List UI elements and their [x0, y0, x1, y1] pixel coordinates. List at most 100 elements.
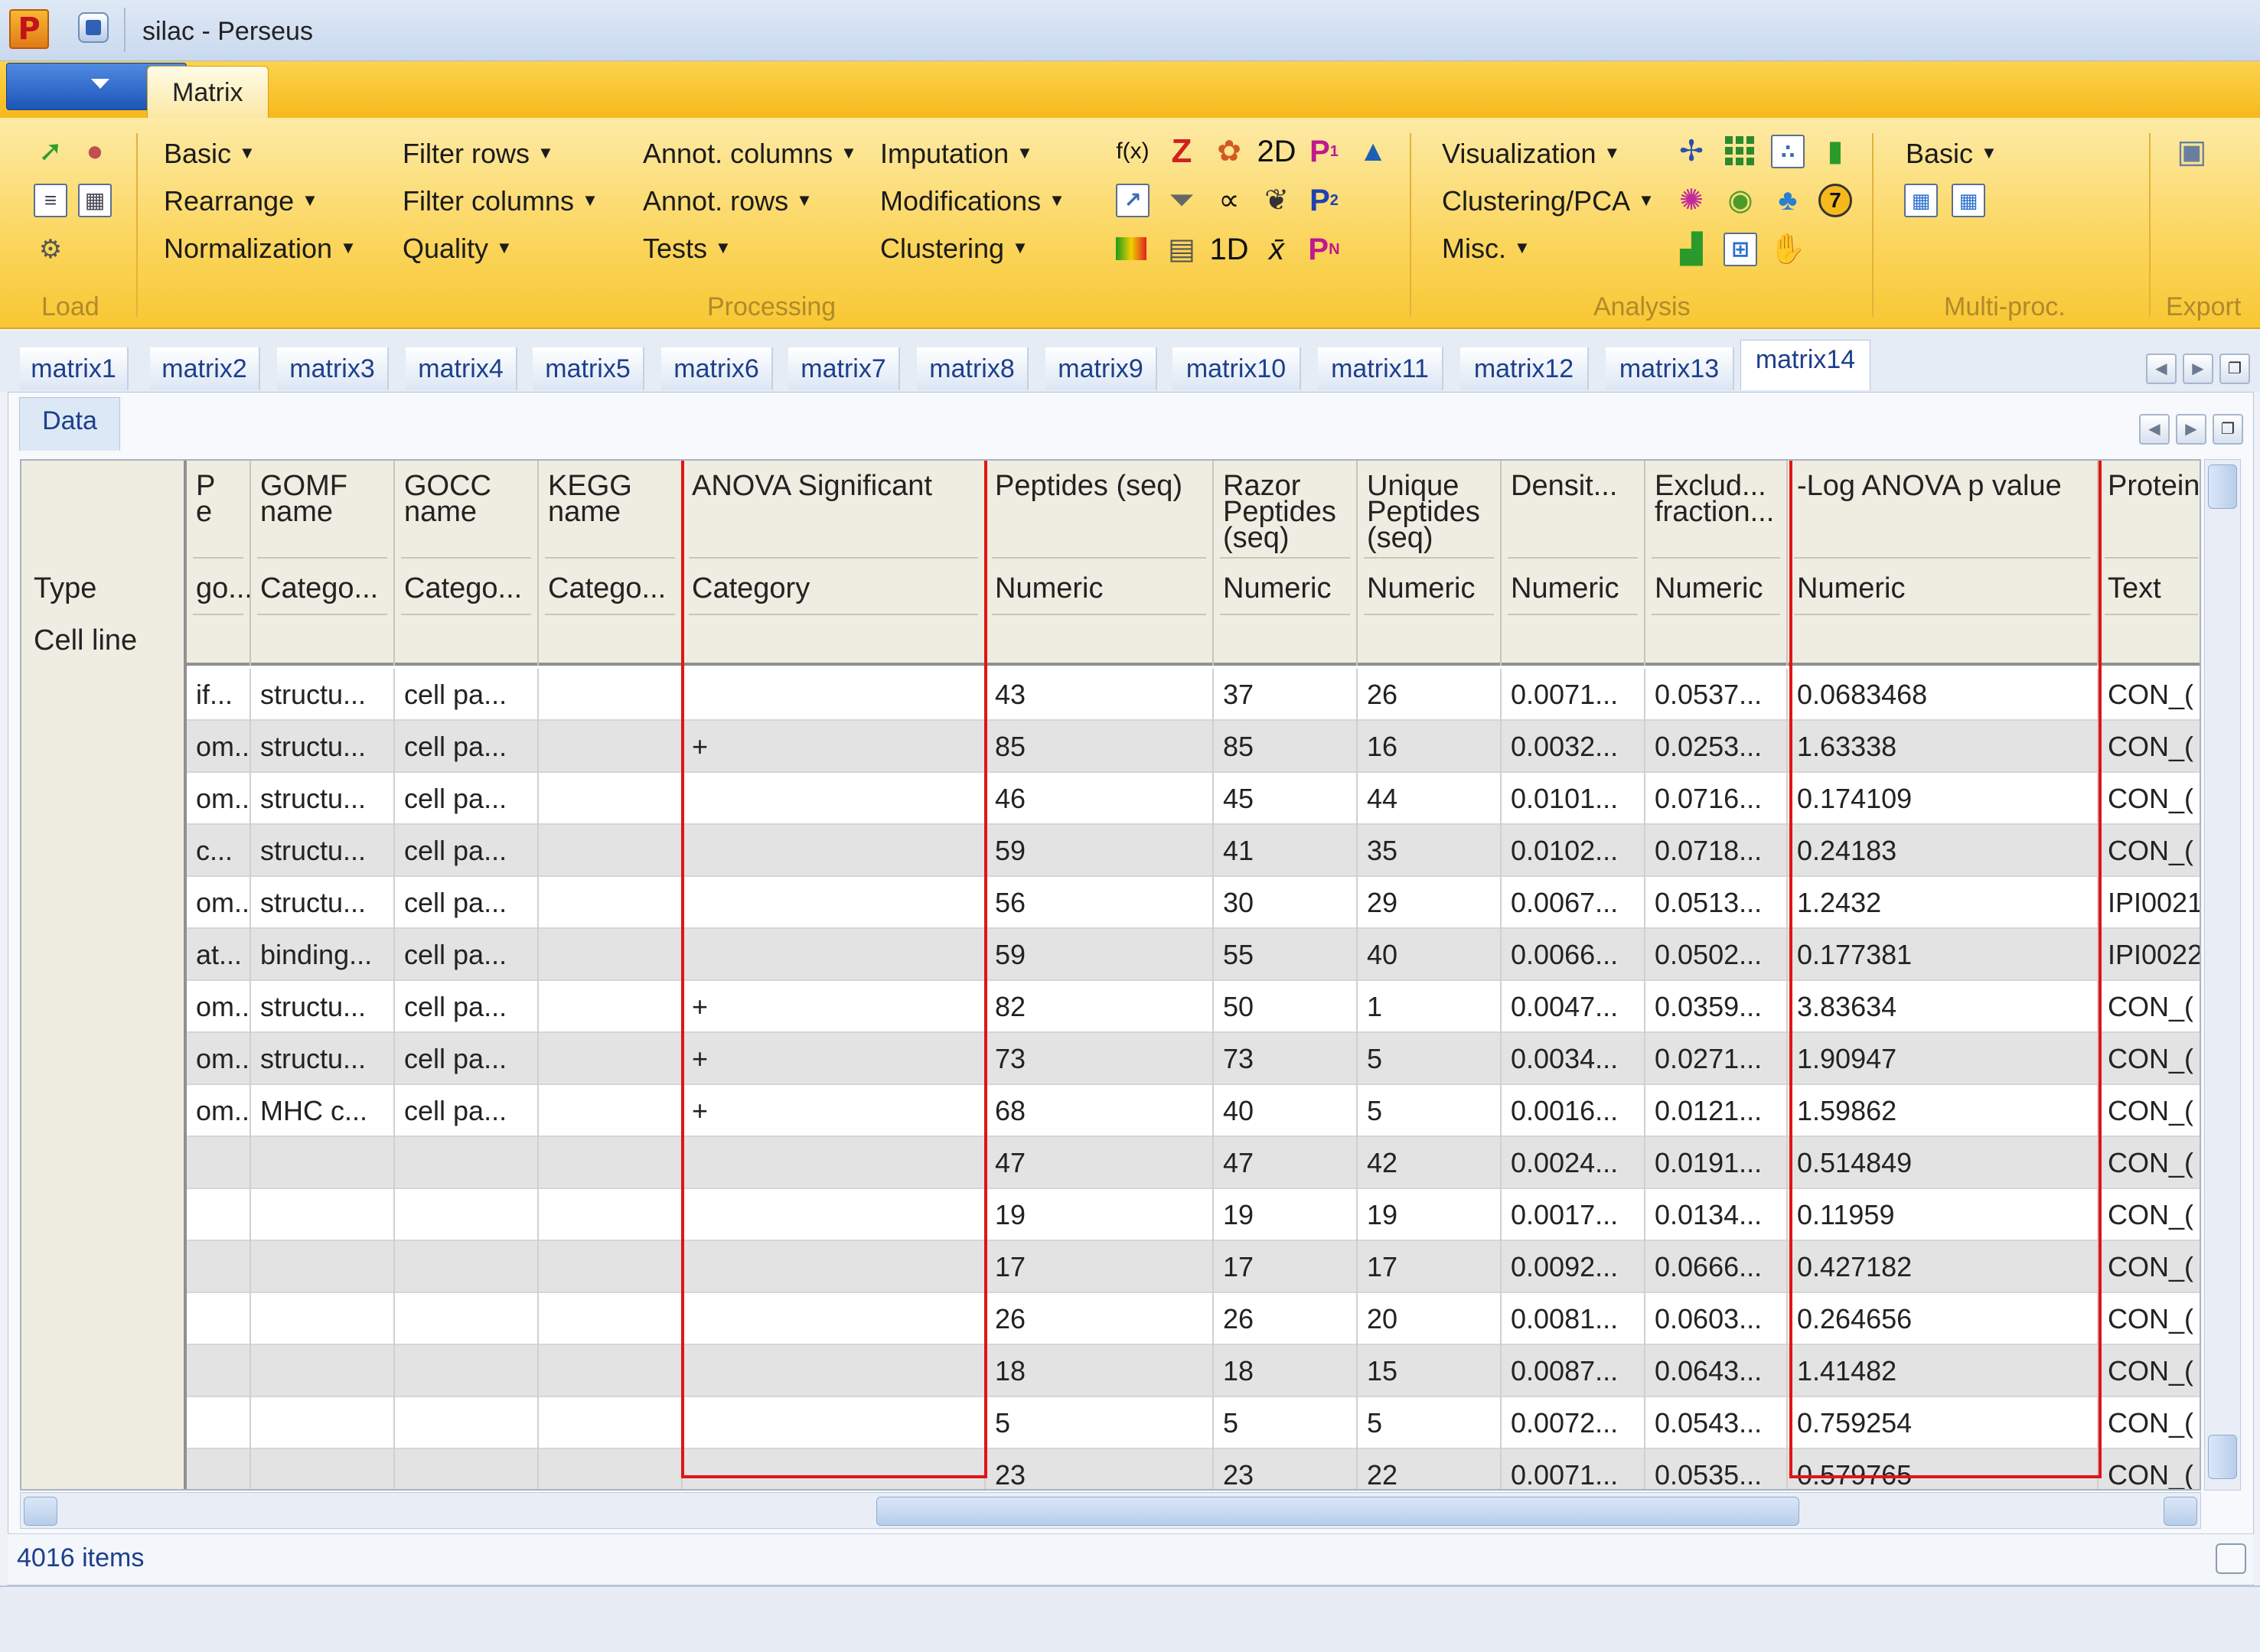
horizontal-scrollbar[interactable]: [20, 1492, 2201, 1529]
col-gomf-name-cell[interactable]: [251, 1137, 395, 1189]
col-p-cell[interactable]: om...: [187, 877, 251, 929]
col-anova-significant-cell[interactable]: [683, 1397, 986, 1449]
col-density-cell[interactable]: 0.0034...: [1502, 1033, 1645, 1085]
menu-quality[interactable]: Quality ▼: [403, 233, 513, 265]
data-scroll-left-icon[interactable]: ◀: [2139, 414, 2170, 445]
hierarchy-icon[interactable]: ⊞: [1724, 233, 1757, 266]
histogram-icon[interactable]: ▮: [1818, 135, 1852, 168]
col-protein-cell[interactable]: CON_(: [2099, 1293, 2200, 1345]
table-row[interactable]: 8om...structu...cell pa...+737350.0034..…: [21, 1033, 2200, 1085]
load-generic-icon[interactable]: ⚙: [34, 233, 67, 266]
bar-chart-icon[interactable]: ▟: [1675, 233, 1708, 266]
col-p-cell[interactable]: [187, 1397, 251, 1449]
col-peptides-seq-cell[interactable]: 19: [986, 1189, 1214, 1241]
col-excluded-fraction-cell[interactable]: 0.0535...: [1645, 1449, 1788, 1489]
fox-icon[interactable]: ✿: [1212, 135, 1246, 168]
col-anova-significant-cell[interactable]: [683, 1293, 986, 1345]
col-kegg-name-cell[interactable]: [539, 1241, 683, 1293]
col-anova-significant-cell[interactable]: [683, 669, 986, 721]
table-row[interactable]: 3om...structu...cell pa...4645440.0101..…: [21, 773, 2200, 825]
col-peptides-seq-cell[interactable]: 82: [986, 981, 1214, 1033]
load-matrix-icon[interactable]: ●: [78, 135, 112, 168]
col-log-anova-p-cell[interactable]: 0.759254: [1788, 1397, 2099, 1449]
table-row[interactable]: 111919190.0017...0.0134...0.11959CON_(: [21, 1189, 2200, 1241]
mean-icon[interactable]: x̄: [1260, 233, 1293, 266]
tab-matrix11[interactable]: matrix11: [1318, 347, 1443, 390]
col-razor-peptides-header[interactable]: Razor Peptides (seq) Numeric: [1214, 461, 1358, 666]
col-protein-cell[interactable]: CON_(: [2099, 1085, 2200, 1137]
col-density-cell[interactable]: 0.0067...: [1502, 877, 1645, 929]
col-peptides-seq-cell[interactable]: 26: [986, 1293, 1214, 1345]
col-p-cell[interactable]: [187, 1137, 251, 1189]
hand-icon[interactable]: ✋: [1769, 233, 1805, 266]
matrix-icon[interactable]: ▤: [1165, 233, 1198, 266]
col-gomf-name-cell[interactable]: structu...: [251, 669, 395, 721]
col-excluded-fraction-cell[interactable]: 0.0718...: [1645, 825, 1788, 877]
col-kegg-name-cell[interactable]: [539, 1189, 683, 1241]
multi-scatter-icon[interactable]: ∴: [1771, 135, 1805, 168]
col-peptides-seq-cell[interactable]: 18: [986, 1345, 1214, 1397]
col-peptides-seq-header[interactable]: Peptides (seq) Numeric: [986, 461, 1214, 666]
col-kegg-name-cell[interactable]: [539, 1397, 683, 1449]
col-excluded-fraction-cell[interactable]: 0.0121...: [1645, 1085, 1788, 1137]
col-gomf-name-cell[interactable]: [251, 1345, 395, 1397]
table-row[interactable]: 6at...binding...cell pa...5955400.0066..…: [21, 929, 2200, 981]
col-kegg-name-cell[interactable]: [539, 1293, 683, 1345]
col-log-anova-p-cell[interactable]: 0.427182: [1788, 1241, 2099, 1293]
menu-annot-rows[interactable]: Annot. rows ▼: [643, 185, 813, 217]
col-protein-cell[interactable]: CON_(: [2099, 1345, 2200, 1397]
col-kegg-name-cell[interactable]: [539, 1085, 683, 1137]
col-p-cell[interactable]: [187, 1449, 251, 1489]
col-unique-peptides-cell[interactable]: 20: [1358, 1293, 1502, 1345]
p2-icon[interactable]: P2: [1307, 184, 1341, 217]
col-anova-significant-cell[interactable]: [683, 1137, 986, 1189]
col-anova-significant-cell[interactable]: [683, 1345, 986, 1397]
col-unique-peptides-cell[interactable]: 40: [1358, 929, 1502, 981]
multi-table-icon[interactable]: ▦: [1904, 184, 1938, 217]
col-density-cell[interactable]: 0.0066...: [1502, 929, 1645, 981]
col-razor-peptides-cell[interactable]: 40: [1214, 1085, 1358, 1137]
vertical-scroll-end[interactable]: [2208, 1435, 2237, 1479]
col-p-cell[interactable]: at...: [187, 929, 251, 981]
col-gocc-name-cell[interactable]: [395, 1449, 539, 1489]
network-icon[interactable]: ✺: [1675, 184, 1708, 217]
col-p-header[interactable]: Pe go...: [187, 461, 251, 666]
col-gocc-name-cell[interactable]: cell pa...: [395, 981, 539, 1033]
menu-normalization[interactable]: Normalization ▼: [164, 233, 357, 265]
col-gomf-name-cell[interactable]: binding...: [251, 929, 395, 981]
col-kegg-name-cell[interactable]: [539, 877, 683, 929]
data-scroll-right-icon[interactable]: ▶: [2176, 414, 2206, 445]
col-gocc-name-cell[interactable]: cell pa...: [395, 669, 539, 721]
p1-icon[interactable]: P1: [1307, 135, 1341, 168]
vertical-scroll-thumb[interactable]: [2208, 464, 2237, 509]
col-anova-significant-cell[interactable]: +: [683, 1085, 986, 1137]
col-anova-significant-cell[interactable]: [683, 1189, 986, 1241]
menu-visualization[interactable]: Visualization ▼: [1442, 138, 1620, 170]
col-gocc-name-cell[interactable]: cell pa...: [395, 1033, 539, 1085]
col-p-cell[interactable]: [187, 1293, 251, 1345]
col-gocc-name-cell[interactable]: cell pa...: [395, 877, 539, 929]
col-excluded-fraction-cell[interactable]: 0.0513...: [1645, 877, 1788, 929]
data-grid[interactable]: Pe go... GOMF name Catego... GOCC name Catego..…: [20, 459, 2201, 1491]
horizontal-scroll-right[interactable]: [2164, 1497, 2197, 1526]
col-kegg-name-cell[interactable]: [539, 1345, 683, 1397]
col-density-cell[interactable]: 0.0017...: [1502, 1189, 1645, 1241]
peak-icon[interactable]: ▲: [1356, 135, 1390, 168]
col-gomf-name-cell[interactable]: [251, 1449, 395, 1489]
col-p-cell[interactable]: [187, 1345, 251, 1397]
col-p-cell[interactable]: om...: [187, 1085, 251, 1137]
menu-clustering[interactable]: Clustering ▼: [880, 233, 1029, 265]
col-log-anova-p-cell[interactable]: 0.174109: [1788, 773, 2099, 825]
col-density-cell[interactable]: 0.0087...: [1502, 1345, 1645, 1397]
col-log-anova-p-cell[interactable]: 1.90947: [1788, 1033, 2099, 1085]
col-protein-cell[interactable]: CON_(: [2099, 1189, 2200, 1241]
load-arrow-icon[interactable]: ➚: [34, 135, 67, 168]
col-unique-peptides-cell[interactable]: 44: [1358, 773, 1502, 825]
col-gomf-name-cell[interactable]: MHC c...: [251, 1085, 395, 1137]
col-peptides-seq-cell[interactable]: 46: [986, 773, 1214, 825]
col-protein-cell[interactable]: CON_(: [2099, 669, 2200, 721]
col-kegg-name-header[interactable]: KEGG name Catego...: [539, 461, 683, 666]
col-protein-cell[interactable]: CON_(: [2099, 1137, 2200, 1189]
menu-multi-basic[interactable]: Basic ▼: [1906, 138, 1997, 170]
col-unique-peptides-cell[interactable]: 5: [1358, 1085, 1502, 1137]
